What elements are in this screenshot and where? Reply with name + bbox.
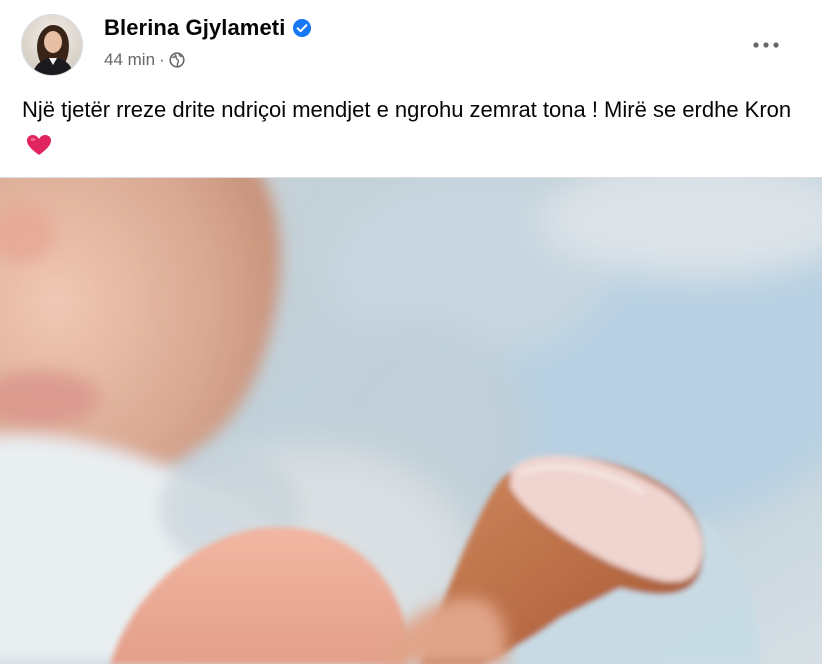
post-caption: Një tjetër rreze drite ndriçoi mendjet e… (22, 92, 802, 164)
meta-separator: · (159, 50, 165, 69)
post-header: Blerina Gjylameti 44 min · (0, 0, 822, 90)
caption-text: Një tjetër rreze drite ndriçoi mendjet e… (22, 97, 792, 122)
facebook-post: Blerina Gjylameti 44 min · Një tjetër rr… (0, 0, 822, 664)
globe-icon[interactable] (169, 52, 185, 68)
author-line: Blerina Gjylameti (104, 15, 312, 41)
newborn-holding-finger-photo[interactable] (0, 177, 822, 664)
author-name[interactable]: Blerina Gjylameti (104, 15, 285, 41)
author-avatar[interactable] (21, 14, 83, 76)
more-options-icon[interactable] (748, 30, 784, 60)
red-heart-emoji-icon (26, 131, 52, 155)
post-timestamp[interactable]: 44 min (104, 50, 155, 70)
post-meta: 44 min · (104, 50, 185, 70)
verified-badge-icon (292, 18, 312, 38)
